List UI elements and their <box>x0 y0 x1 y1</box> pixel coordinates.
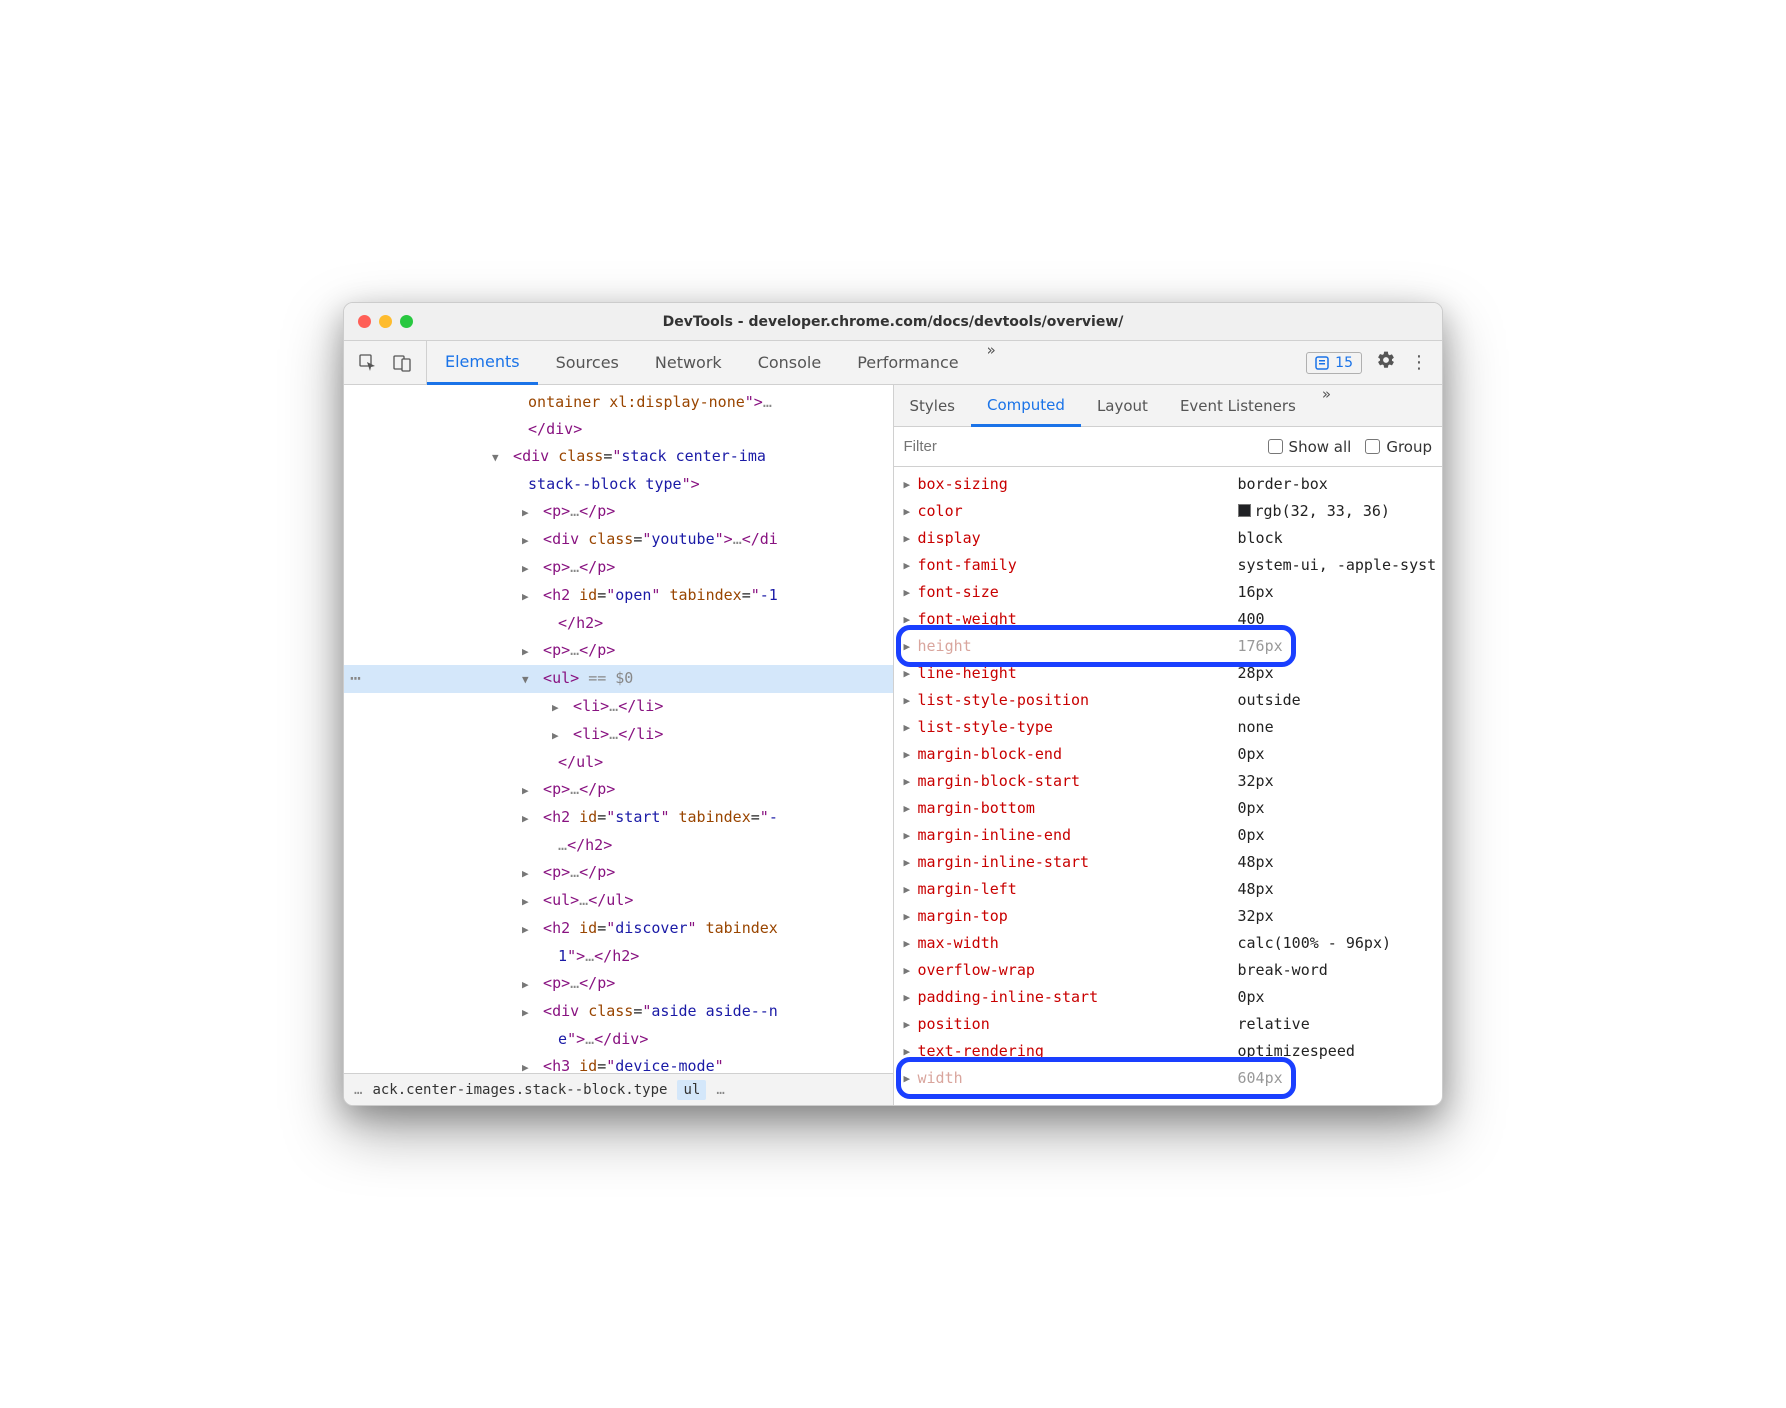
breadcrumb-bar[interactable]: … ack.center-images.stack--block.type ul… <box>344 1073 893 1105</box>
titlebar[interactable]: DevTools - developer.chrome.com/docs/dev… <box>344 303 1442 341</box>
dom-node[interactable]: ▶ <h2 id="start" tabindex="- <box>344 804 893 832</box>
dom-node[interactable]: ▼ <div class="stack center-ima <box>344 443 893 471</box>
devtools-window: DevTools - developer.chrome.com/docs/dev… <box>343 302 1443 1106</box>
window-title: DevTools - developer.chrome.com/docs/dev… <box>344 314 1442 330</box>
settings-icon[interactable] <box>1376 350 1396 375</box>
computed-filter-row: Show all Group <box>894 427 1443 467</box>
tab-elements[interactable]: Elements <box>427 341 538 385</box>
computed-properties-list[interactable]: ▶box-sizingborder-box▶colorrgb(32, 33, 3… <box>894 467 1443 1105</box>
issues-count: 15 <box>1335 355 1353 371</box>
computed-property-row[interactable]: ▶text-renderingoptimizespeed <box>894 1038 1443 1065</box>
group-label: Group <box>1386 438 1432 456</box>
computed-property-row[interactable]: ▶displayblock <box>894 525 1443 552</box>
computed-property-row[interactable]: ▶margin-top32px <box>894 903 1443 930</box>
elements-panel: ontainer xl:display-none">… </div>▼ <div… <box>344 385 894 1105</box>
more-menu-icon[interactable]: ⋮ <box>1410 352 1428 373</box>
more-sidebar-tabs-icon[interactable]: » <box>1312 385 1341 426</box>
tab-event-listeners[interactable]: Event Listeners <box>1164 385 1312 426</box>
computed-property-row[interactable]: ▶overflow-wrapbreak-word <box>894 957 1443 984</box>
show-all-label: Show all <box>1289 438 1352 456</box>
computed-property-row[interactable]: ▶margin-inline-start48px <box>894 849 1443 876</box>
dom-node[interactable]: ▶ <p>…</p> <box>344 554 893 582</box>
dom-node[interactable]: </div> <box>344 416 893 443</box>
tab-sources[interactable]: Sources <box>538 341 637 384</box>
sidebar-tabs: Styles Computed Layout Event Listeners » <box>894 385 1443 427</box>
checkbox-icon <box>1268 439 1283 454</box>
computed-property-row[interactable]: ▶colorrgb(32, 33, 36) <box>894 498 1443 525</box>
computed-property-row[interactable]: ▶margin-inline-end0px <box>894 822 1443 849</box>
close-window-button[interactable] <box>358 315 371 328</box>
dom-node[interactable]: ▶ <p>…</p> <box>344 498 893 526</box>
group-checkbox[interactable]: Group <box>1365 438 1432 456</box>
filter-input[interactable] <box>904 438 1254 455</box>
dom-node[interactable]: </h2> <box>344 610 893 637</box>
computed-property-row[interactable]: ▶max-widthcalc(100% - 96px) <box>894 930 1443 957</box>
minimize-window-button[interactable] <box>379 315 392 328</box>
computed-property-row[interactable]: ▶margin-block-end0px <box>894 741 1443 768</box>
dom-node[interactable]: ontainer xl:display-none">… <box>344 389 893 416</box>
dom-node[interactable]: ▶ <ul>…</ul> <box>344 887 893 915</box>
computed-property-row[interactable]: ▶margin-block-start32px <box>894 768 1443 795</box>
computed-property-row[interactable]: ▶width604px <box>894 1065 1443 1092</box>
tab-network[interactable]: Network <box>637 341 740 384</box>
tab-computed[interactable]: Computed <box>971 385 1081 427</box>
dom-node[interactable]: </ul> <box>344 749 893 776</box>
tab-performance[interactable]: Performance <box>839 341 976 384</box>
dom-node[interactable]: ▶ <li>…</li> <box>344 693 893 721</box>
computed-property-row[interactable]: ▶box-sizingborder-box <box>894 471 1443 498</box>
dom-node[interactable]: ▶ <h2 id="open" tabindex="-1 <box>344 582 893 610</box>
computed-property-row[interactable]: ▶list-style-positionoutside <box>894 687 1443 714</box>
styles-sidebar: Styles Computed Layout Event Listeners »… <box>894 385 1443 1105</box>
computed-property-row[interactable]: ▶list-style-typenone <box>894 714 1443 741</box>
device-toggle-icon[interactable] <box>392 353 412 373</box>
tab-styles[interactable]: Styles <box>894 385 972 426</box>
main-toolbar: Elements Sources Network Console Perform… <box>344 341 1442 385</box>
dom-node[interactable]: ▶ <p>…</p> <box>344 776 893 804</box>
dom-node[interactable]: 1">…</h2> <box>344 943 893 970</box>
computed-property-row[interactable]: ▶positionrelative <box>894 1011 1443 1038</box>
computed-property-row[interactable]: ▶line-height28px <box>894 660 1443 687</box>
computed-property-row[interactable]: ▶margin-bottom0px <box>894 795 1443 822</box>
tab-console[interactable]: Console <box>740 341 840 384</box>
computed-property-row[interactable]: ▶font-weight400 <box>894 606 1443 633</box>
dom-tree[interactable]: ontainer xl:display-none">… </div>▼ <div… <box>344 385 893 1073</box>
dom-node[interactable]: ▶ <p>…</p> <box>344 970 893 998</box>
dom-node[interactable]: ▶ <li>…</li> <box>344 721 893 749</box>
dom-node[interactable]: e">…</div> <box>344 1026 893 1053</box>
tab-layout[interactable]: Layout <box>1081 385 1164 426</box>
dom-node[interactable]: ▶ <div class="youtube">…</di <box>344 526 893 554</box>
breadcrumb-overflow-right[interactable]: … <box>716 1082 724 1098</box>
content-area: ontainer xl:display-none">… </div>▼ <div… <box>344 385 1442 1105</box>
dom-node[interactable]: stack--block type"> <box>344 471 893 498</box>
computed-property-row[interactable]: ▶margin-left48px <box>894 876 1443 903</box>
computed-property-row[interactable]: ▶height176px <box>894 633 1443 660</box>
dom-node[interactable]: ▼ <ul> == $0 <box>344 665 893 693</box>
dom-node[interactable]: ▶ <p>…</p> <box>344 637 893 665</box>
dom-node[interactable]: ▶ <div class="aside aside--n <box>344 998 893 1026</box>
issues-badge[interactable]: 15 <box>1306 352 1362 374</box>
checkbox-icon <box>1365 439 1380 454</box>
breadcrumb-overflow-left[interactable]: … <box>354 1082 362 1098</box>
breadcrumb-current[interactable]: ul <box>677 1080 706 1100</box>
show-all-checkbox[interactable]: Show all <box>1268 438 1352 456</box>
computed-property-row[interactable]: ▶font-size16px <box>894 579 1443 606</box>
dom-node[interactable]: …</h2> <box>344 832 893 859</box>
computed-property-row[interactable]: ▶font-familysystem-ui, -apple-syst <box>894 552 1443 579</box>
more-tabs-icon[interactable]: » <box>977 341 1006 384</box>
issues-icon <box>1315 356 1329 370</box>
window-controls <box>358 315 413 328</box>
dom-node[interactable]: ▶ <p>…</p> <box>344 859 893 887</box>
zoom-window-button[interactable] <box>400 315 413 328</box>
inspect-element-icon[interactable] <box>358 353 378 373</box>
dom-node[interactable]: ▶ <h3 id="device-mode" <box>344 1053 893 1073</box>
breadcrumb-ancestor[interactable]: ack.center-images.stack--block.type <box>372 1082 667 1098</box>
dom-node[interactable]: ▶ <h2 id="discover" tabindex <box>344 915 893 943</box>
computed-property-row[interactable]: ▶padding-inline-start0px <box>894 984 1443 1011</box>
